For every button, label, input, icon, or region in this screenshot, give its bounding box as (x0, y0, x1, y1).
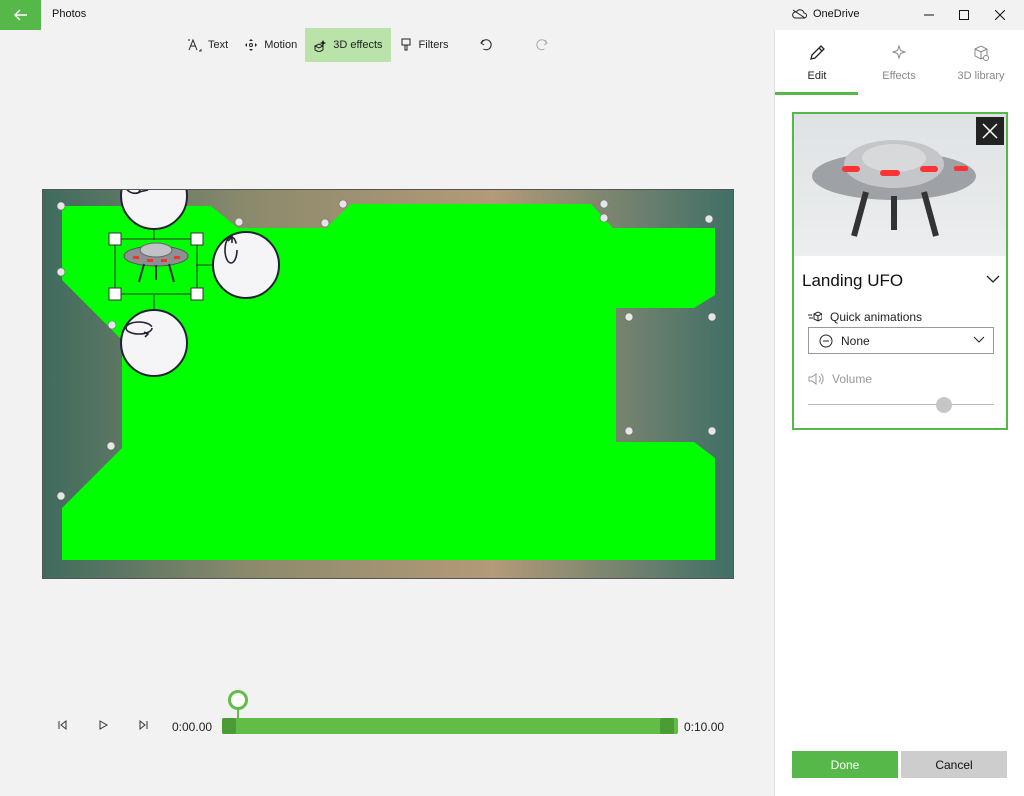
text-tool-button[interactable]: Text (180, 28, 236, 62)
close-icon (982, 123, 998, 139)
rotate-z-icon (125, 321, 153, 338)
3d-effects-tool-label: 3D effects (333, 39, 383, 51)
chevron-down-icon (986, 275, 1000, 283)
volume-label: Volume (808, 372, 872, 386)
video-preview-canvas[interactable] (42, 189, 734, 579)
undo-button[interactable] (471, 28, 501, 62)
maximize-icon (959, 10, 969, 20)
maximize-button[interactable] (947, 0, 981, 30)
onedrive-status[interactable]: OneDrive (791, 8, 859, 20)
none-circle-icon (819, 334, 833, 347)
quick-animations-text: Quick animations (830, 310, 923, 324)
3d-effects-icon (313, 38, 327, 52)
volume-slider-track[interactable] (808, 404, 994, 405)
collapse-chevron-button[interactable] (986, 271, 1000, 289)
speaker-icon (808, 373, 824, 385)
close-icon (995, 10, 1005, 20)
rotate-z-handle[interactable] (120, 309, 188, 377)
motion-tool-label: Motion (264, 39, 298, 51)
model-title: Landing UFO (802, 271, 904, 290)
tab-effects[interactable]: Effects (859, 30, 939, 96)
rotate-y-icon (224, 235, 238, 264)
quick-animations-label: Quick animations (808, 310, 922, 324)
end-time: 0:10.00 (684, 720, 725, 734)
filters-tool-button[interactable]: Filters (391, 28, 457, 62)
volume-text: Volume (832, 372, 873, 386)
redo-icon (535, 39, 548, 51)
metal-frame-overlay (43, 190, 733, 578)
motion-tool-button[interactable]: Motion (236, 28, 305, 62)
tab-edit-label: Edit (807, 70, 827, 82)
rotate-vertical-icon (126, 190, 149, 195)
timeline-track[interactable] (222, 718, 678, 734)
quick-animations-dropdown[interactable]: None (808, 327, 994, 354)
onedrive-label: OneDrive (813, 8, 860, 20)
undo-icon (479, 39, 492, 51)
current-time: 0:00.00 (172, 720, 213, 734)
ufo-model-thumbnail (812, 140, 976, 237)
done-button[interactable]: Done (792, 751, 898, 778)
title-bar: Photos OneDrive (0, 0, 1024, 30)
back-button[interactable] (0, 0, 41, 30)
trim-end-handle[interactable] (660, 718, 674, 734)
3d-effects-tool-button[interactable]: 3D effects (305, 28, 391, 62)
trim-start-handle[interactable] (222, 718, 236, 734)
model-preview-image (794, 114, 1006, 256)
chevron-down-icon (973, 336, 985, 343)
tab-3d-library-label: 3D library (957, 70, 1005, 82)
play-button[interactable] (95, 717, 111, 733)
active-tab-indicator (775, 92, 858, 95)
sparkle-icon (891, 44, 907, 60)
pencil-icon (810, 45, 825, 60)
model-card: Landing UFO Quick animations None Volume (792, 112, 1008, 430)
3d-animation-icon (808, 311, 822, 322)
onedrive-cloud-icon (792, 9, 807, 19)
3d-cube-search-icon (974, 45, 989, 61)
rotate-y-handle[interactable] (212, 231, 280, 299)
edit-side-panel: Edit Effects 3D library Landing UFO Quic… (774, 30, 1024, 796)
step-forward-icon (139, 719, 148, 731)
filters-brush-icon (399, 38, 413, 52)
quick-animations-value: None (841, 333, 870, 348)
playhead-knob[interactable] (228, 690, 248, 710)
next-frame-button[interactable] (136, 717, 152, 733)
close-window-button[interactable] (983, 0, 1017, 30)
motion-icon (244, 38, 258, 52)
redo-button[interactable] (527, 28, 557, 62)
play-icon (99, 720, 109, 730)
back-arrow-icon (13, 9, 27, 21)
cancel-button[interactable]: Cancel (901, 751, 1007, 778)
app-title: Photos (52, 8, 87, 20)
minimize-button[interactable] (912, 0, 946, 30)
remove-model-button[interactable] (976, 117, 1004, 145)
timeline-bar: 0:00.00 0:10.00 (0, 690, 775, 750)
tab-3d-library[interactable]: 3D library (941, 30, 1021, 96)
volume-slider-thumb[interactable] (936, 397, 952, 413)
panel-tabs: Edit Effects 3D library (775, 30, 1024, 96)
playhead-stem (237, 709, 239, 719)
step-back-icon (58, 719, 67, 731)
filters-tool-label: Filters (418, 39, 449, 51)
editor-toolbar: Text Motion 3D effects Filters (180, 28, 557, 62)
tab-edit[interactable]: Edit (777, 30, 857, 96)
text-tool-label: Text (208, 39, 229, 51)
previous-frame-button[interactable] (54, 717, 70, 733)
text-icon (188, 38, 202, 52)
minimize-icon (924, 14, 934, 16)
tab-effects-label: Effects (882, 70, 916, 82)
